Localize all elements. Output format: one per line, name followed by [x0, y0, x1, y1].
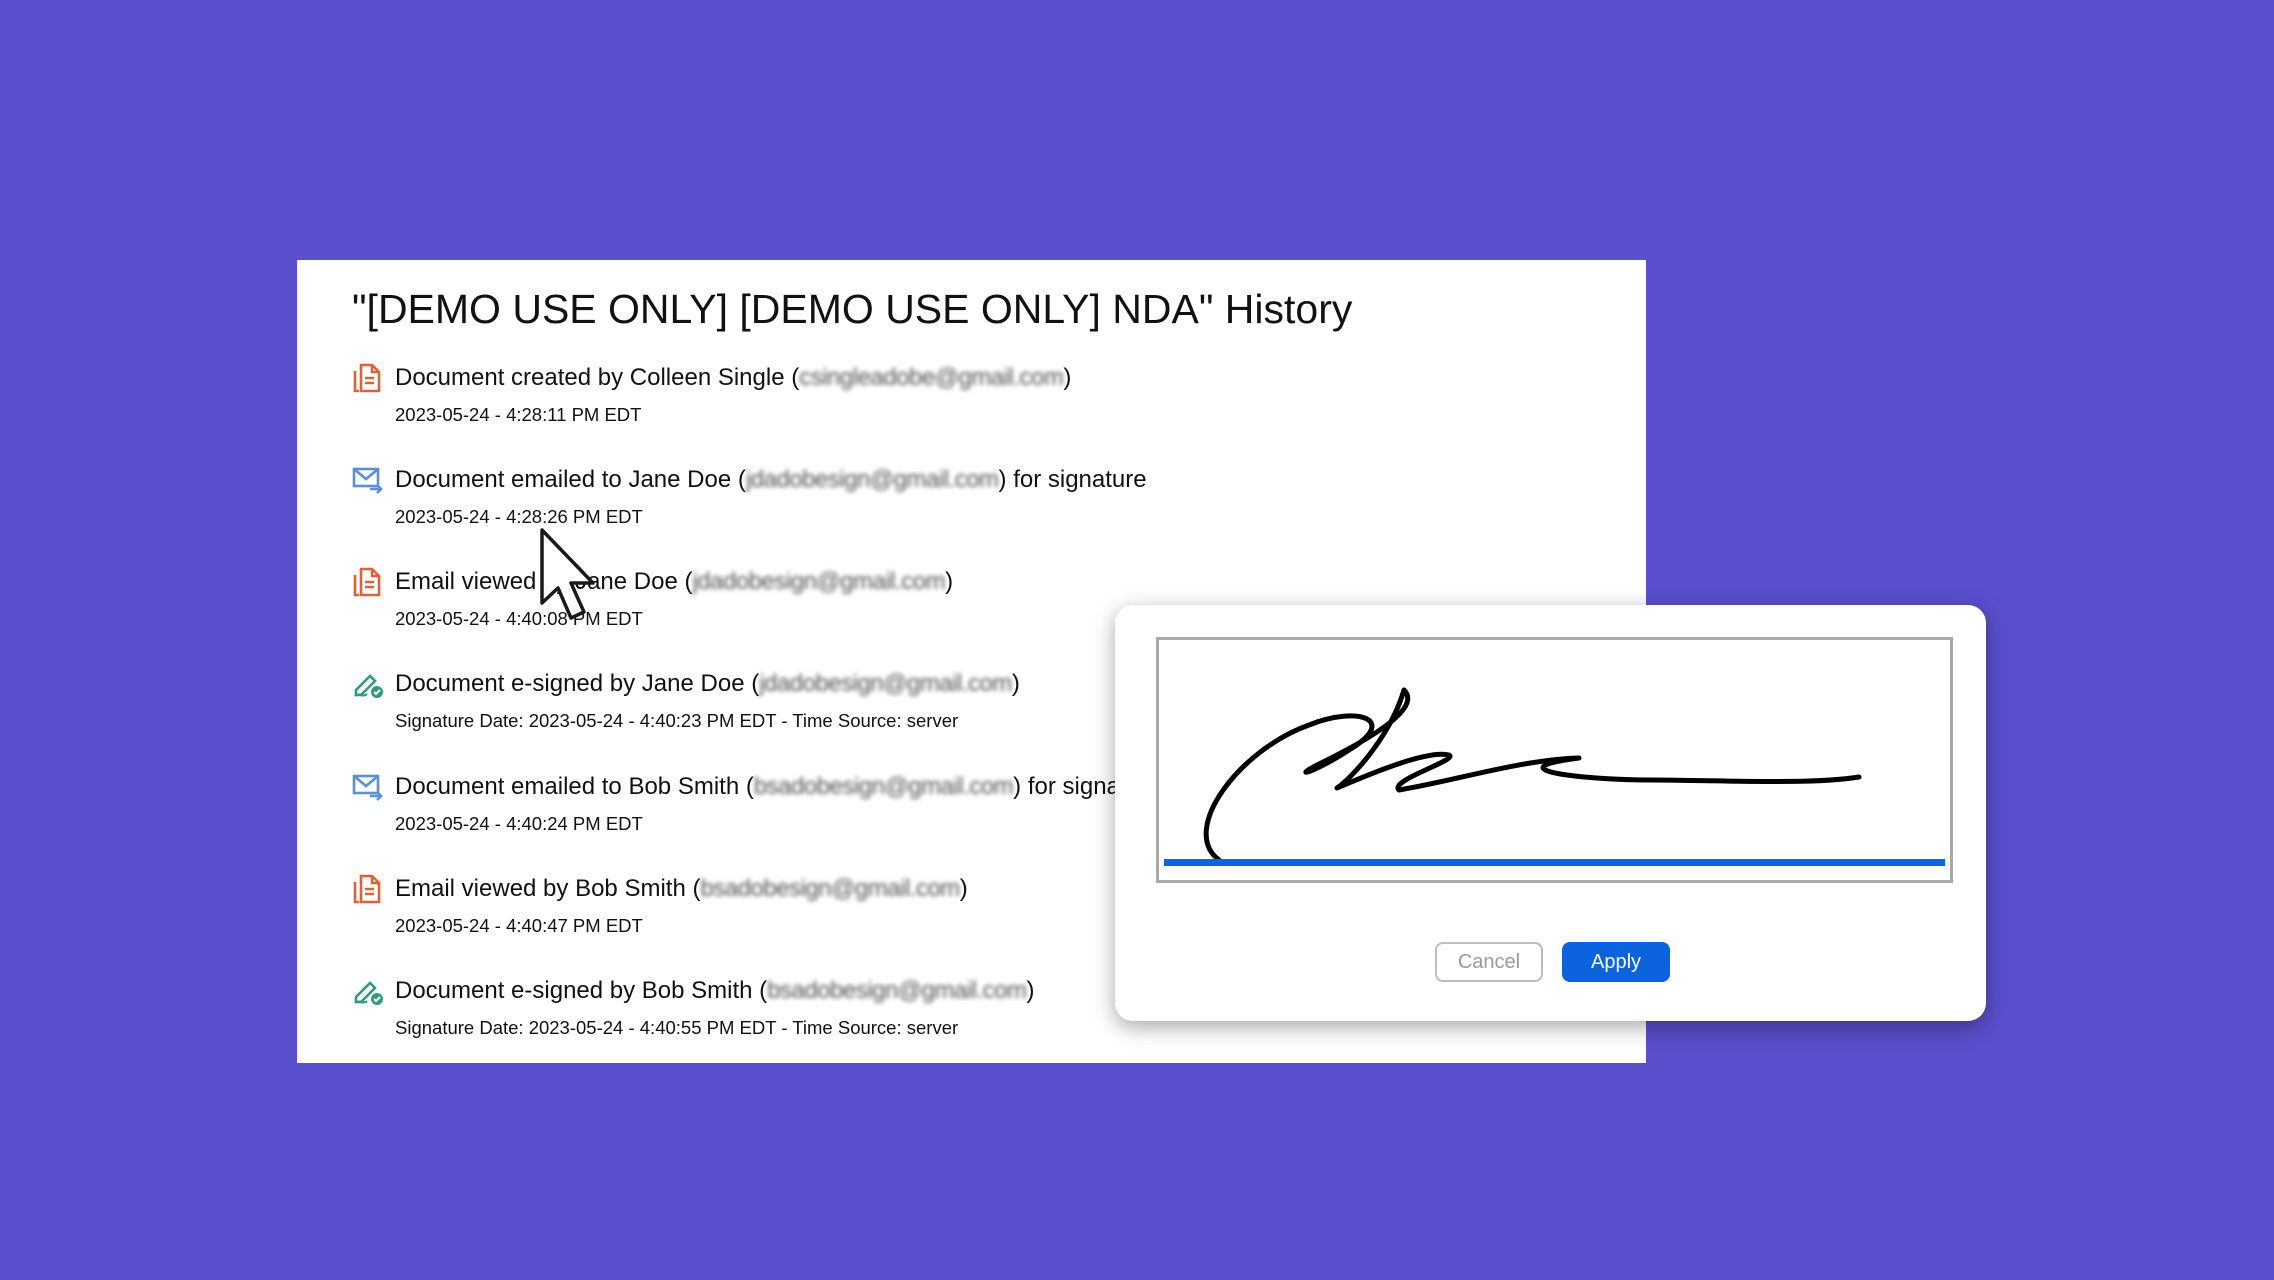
entry-text-suffix: ) [945, 568, 954, 595]
entry-email: bsadobesign@gmail.com [700, 875, 960, 902]
entry-timestamp: 2023-05-24 - 4:40:24 PM EDT [395, 813, 643, 834]
signature-stroke [1203, 687, 1862, 863]
history-title: "[DEMO USE ONLY] [DEMO USE ONLY] NDA" Hi… [352, 286, 1353, 332]
entry-text: Document e-signed by Jane Doe ( [395, 670, 760, 697]
entry-timestamp: Signature Date: 2023-05-24 - 4:40:55 PM … [395, 1017, 959, 1038]
entry-description: Document e-signed by Jane Doe (jdadobesi… [395, 670, 1020, 698]
entry-text: Email viewed by Bob Smith ( [395, 875, 701, 902]
email-send-icon [352, 771, 384, 803]
apply-button[interactable]: Apply [1562, 942, 1670, 982]
entry-description: Document emailed to Jane Doe (jdadobesig… [395, 466, 1147, 494]
entry-text-suffix: ) [1011, 670, 1020, 697]
entry-email: jdadobesign@gmail.com [759, 670, 1012, 697]
entry-email: csingleadobe@gmail.com [799, 364, 1064, 391]
entry-email: bsadobesign@gmail.com [753, 773, 1014, 800]
entry-text: Document emailed to Jane Doe ( [395, 466, 746, 493]
entry-description: Document emailed to Bob Smith (bsadobesi… [395, 773, 1161, 801]
document-icon [352, 873, 384, 905]
entry-timestamp: Signature Date: 2023-05-24 - 4:40:23 PM … [395, 710, 959, 731]
entry-text-suffix: ) [1063, 364, 1072, 391]
entry-timestamp: 2023-05-24 - 4:28:11 PM EDT [395, 404, 642, 425]
entry-text-suffix: ) [959, 875, 968, 902]
signature-baseline [1164, 859, 1945, 866]
entry-email: bsadobesign@gmail.com [767, 977, 1027, 1004]
document-icon [352, 362, 384, 394]
document-icon [352, 566, 384, 598]
entry-timestamp: 2023-05-24 - 4:40:47 PM EDT [395, 915, 643, 936]
entry-description: Document e-signed by Bob Smith (bsadobes… [395, 977, 1035, 1005]
email-send-icon [352, 464, 384, 496]
mouse-cursor-icon [540, 528, 595, 620]
entry-text: Document e-signed by Bob Smith ( [395, 977, 768, 1004]
entry-description: Email viewed by Bob Smith (bsadobesign@g… [395, 875, 968, 903]
esign-icon [352, 975, 384, 1007]
entry-description: Email viewed by Jane Doe (jdadobesign@gm… [395, 568, 953, 596]
entry-description: Document created by Colleen Single (csin… [395, 364, 1071, 392]
entry-text-suffix: ) for signature [998, 466, 1147, 493]
entry-email: jdadobesign@gmail.com [745, 466, 999, 493]
history-entry: Document created by Colleen Single (csin… [352, 362, 1602, 452]
signature-dialog: Cancel Apply [1115, 605, 1986, 1021]
entry-text: Document emailed to Bob Smith ( [395, 773, 754, 800]
entry-text-suffix: ) [1026, 977, 1035, 1004]
entry-text: Document created by Colleen Single ( [395, 364, 800, 391]
signature-pad[interactable] [1156, 637, 1953, 883]
cancel-button[interactable]: Cancel [1435, 942, 1543, 982]
entry-email: jdadobesign@gmail.com [692, 568, 946, 595]
entry-timestamp: 2023-05-24 - 4:28:26 PM EDT [395, 506, 643, 527]
entry-timestamp: 2023-05-24 - 4:40:08 PM EDT [395, 608, 643, 629]
esign-icon [352, 668, 384, 700]
